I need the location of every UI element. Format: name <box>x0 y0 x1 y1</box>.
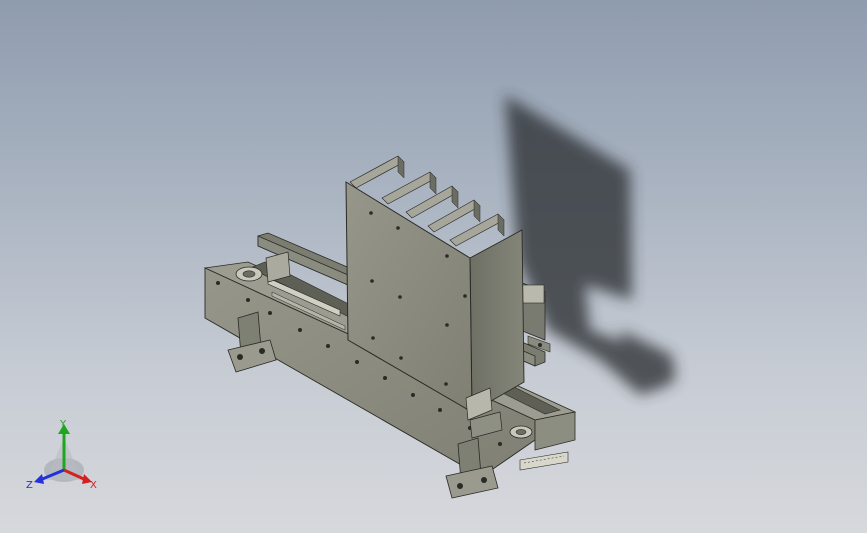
triad-z-arrow <box>34 474 44 484</box>
coordinate-triad: Y X Z <box>26 419 97 491</box>
triad-y-label: Y <box>59 419 67 430</box>
cad-model-view[interactable] <box>0 0 867 533</box>
triad-x-label: X <box>90 480 97 491</box>
graphics-viewport[interactable]: Y X Z <box>0 0 867 533</box>
triad-z-label: Z <box>26 480 33 491</box>
